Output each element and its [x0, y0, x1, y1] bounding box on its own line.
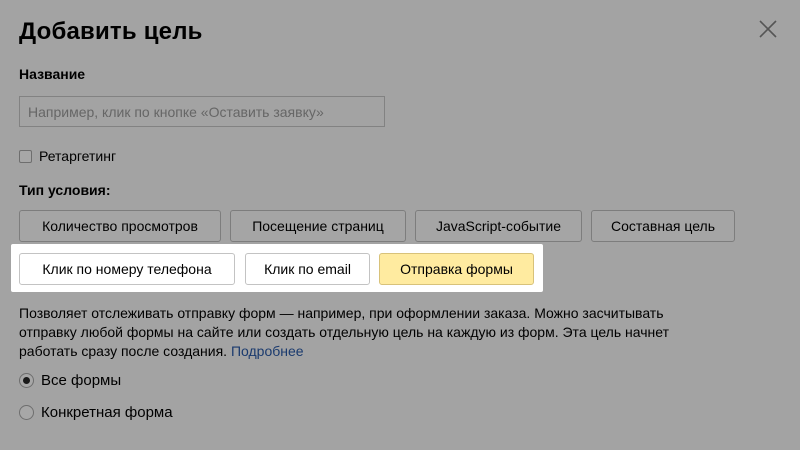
- condition-form-submit-button[interactable]: Отправка формы: [379, 253, 534, 285]
- name-label: Название: [19, 66, 86, 82]
- radio-all-forms-control[interactable]: [19, 372, 34, 388]
- retargeting-checkbox[interactable]: [19, 149, 32, 163]
- learn-more-link[interactable]: Подробнее: [231, 343, 304, 359]
- description-line: отправку любой формы на сайте или создат…: [19, 324, 669, 340]
- radio-all-forms[interactable]: Все формы: [19, 369, 121, 391]
- radio-all-forms-label: Все формы: [41, 371, 122, 389]
- radio-specific-form[interactable]: Конкретная форма: [19, 401, 173, 423]
- dialog-title: Добавить цель: [19, 18, 203, 45]
- close-button[interactable]: [757, 18, 779, 40]
- goal-name-input[interactable]: [19, 96, 385, 127]
- description-line-last: работать сразу после создания. Подробнее: [19, 342, 759, 361]
- condition-javascript-event-button[interactable]: JavaScript-событие: [415, 210, 582, 242]
- retargeting-label: Ретаргетинг: [39, 148, 117, 164]
- close-icon: [759, 20, 777, 38]
- retargeting-checkbox-row[interactable]: Ретаргетинг: [19, 146, 116, 166]
- condition-type-label: Тип условия:: [19, 182, 111, 198]
- condition-page-visit-button[interactable]: Посещение страниц: [230, 210, 406, 242]
- radio-specific-form-control[interactable]: [19, 404, 34, 420]
- condition-description: Позволяет отслеживать отправку форм — на…: [19, 304, 759, 361]
- condition-email-click-button[interactable]: Клик по email: [245, 253, 370, 285]
- radio-selected-dot: [23, 376, 30, 384]
- description-line-text: работать сразу после создания.: [19, 343, 228, 359]
- condition-composite-goal-button[interactable]: Составная цель: [591, 210, 735, 242]
- description-line: Позволяет отслеживать отправку форм — на…: [19, 305, 664, 321]
- condition-phone-click-button[interactable]: Клик по номеру телефона: [19, 253, 235, 285]
- radio-specific-form-label: Конкретная форма: [41, 403, 173, 421]
- condition-views-button[interactable]: Количество просмотров: [19, 210, 221, 242]
